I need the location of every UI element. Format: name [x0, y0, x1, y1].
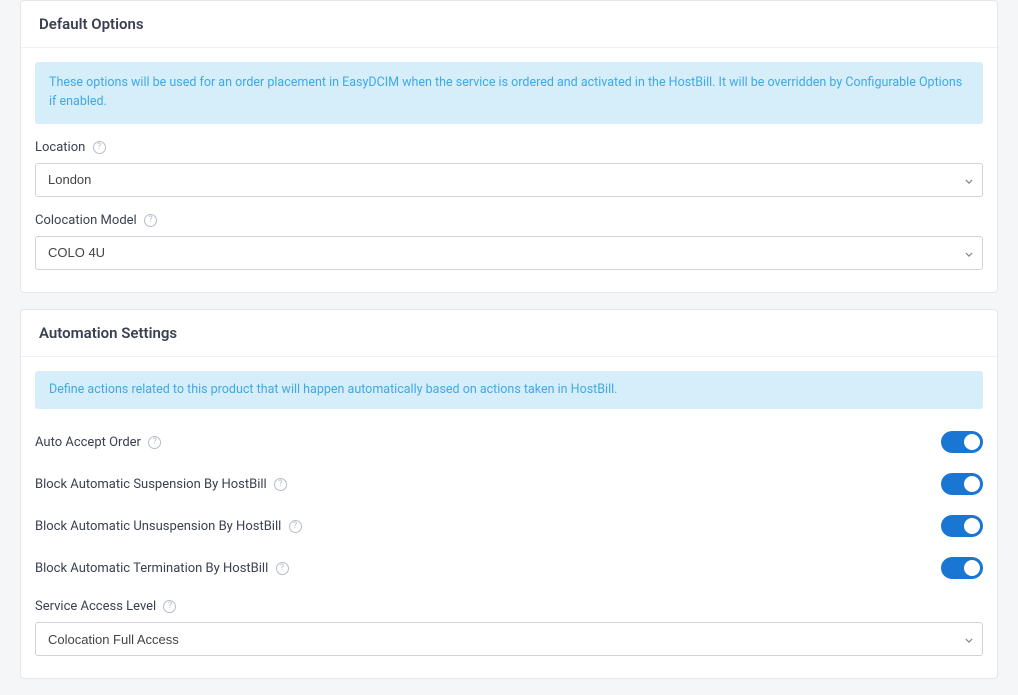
- colocation-model-label-text: Colocation Model: [35, 213, 137, 228]
- help-icon[interactable]: ?: [274, 478, 287, 491]
- toggle-label: Block Automatic Suspension By HostBill ?: [35, 477, 287, 492]
- block-auto-suspension-row: Block Automatic Suspension By HostBill ?: [35, 473, 983, 495]
- panel-body: Define actions related to this product t…: [21, 357, 997, 679]
- toggle-label: Block Automatic Termination By HostBill …: [35, 561, 289, 576]
- help-icon[interactable]: ?: [289, 520, 302, 533]
- block-auto-unsuspension-label-text: Block Automatic Unsuspension By HostBill: [35, 519, 281, 534]
- panel-header: Default Options: [21, 1, 997, 48]
- colocation-model-group: Colocation Model ? COLO 4U: [35, 213, 983, 270]
- toggle-label: Auto Accept Order ?: [35, 435, 161, 450]
- block-auto-suspension-toggle[interactable]: [941, 473, 983, 495]
- service-access-level-label-text: Service Access Level: [35, 599, 156, 614]
- block-auto-termination-label-text: Block Automatic Termination By HostBill: [35, 561, 268, 576]
- location-label: Location ?: [35, 140, 983, 155]
- panel-header: Automation Settings: [21, 310, 997, 357]
- block-auto-termination-row: Block Automatic Termination By HostBill …: [35, 557, 983, 579]
- auto-accept-order-label-text: Auto Accept Order: [35, 435, 141, 450]
- help-icon[interactable]: ?: [93, 141, 106, 154]
- location-select[interactable]: London: [35, 163, 983, 197]
- service-access-level-label: Service Access Level ?: [35, 599, 983, 614]
- location-label-text: Location: [35, 140, 85, 155]
- help-icon[interactable]: ?: [276, 562, 289, 575]
- panel-title: Default Options: [39, 15, 979, 33]
- block-auto-suspension-label-text: Block Automatic Suspension By HostBill: [35, 477, 267, 492]
- block-auto-termination-toggle[interactable]: [941, 557, 983, 579]
- toggle-knob: [964, 476, 980, 492]
- help-icon[interactable]: ?: [163, 600, 176, 613]
- panel-body: These options will be used for an order …: [21, 48, 997, 292]
- help-icon[interactable]: ?: [144, 214, 157, 227]
- toggle-knob: [964, 518, 980, 534]
- colocation-model-select[interactable]: COLO 4U: [35, 236, 983, 270]
- location-group: Location ? London: [35, 140, 983, 197]
- help-icon[interactable]: ?: [148, 436, 161, 449]
- service-access-level-select-wrapper: Colocation Full Access: [35, 622, 983, 656]
- block-auto-unsuspension-toggle[interactable]: [941, 515, 983, 537]
- auto-accept-order-row: Auto Accept Order ?: [35, 431, 983, 453]
- auto-accept-order-toggle[interactable]: [941, 431, 983, 453]
- info-box: These options will be used for an order …: [35, 62, 983, 124]
- service-access-level-group: Service Access Level ? Colocation Full A…: [35, 599, 983, 656]
- block-auto-unsuspension-row: Block Automatic Unsuspension By HostBill…: [35, 515, 983, 537]
- service-access-level-select[interactable]: Colocation Full Access: [35, 622, 983, 656]
- toggle-knob: [964, 434, 980, 450]
- colocation-model-select-wrapper: COLO 4U: [35, 236, 983, 270]
- toggle-knob: [964, 560, 980, 576]
- default-options-panel: Default Options These options will be us…: [20, 0, 998, 293]
- info-box: Define actions related to this product t…: [35, 371, 983, 410]
- panel-title: Automation Settings: [39, 324, 979, 342]
- automation-settings-panel: Automation Settings Define actions relat…: [20, 309, 998, 680]
- toggle-label: Block Automatic Unsuspension By HostBill…: [35, 519, 302, 534]
- location-select-wrapper: London: [35, 163, 983, 197]
- colocation-model-label: Colocation Model ?: [35, 213, 983, 228]
